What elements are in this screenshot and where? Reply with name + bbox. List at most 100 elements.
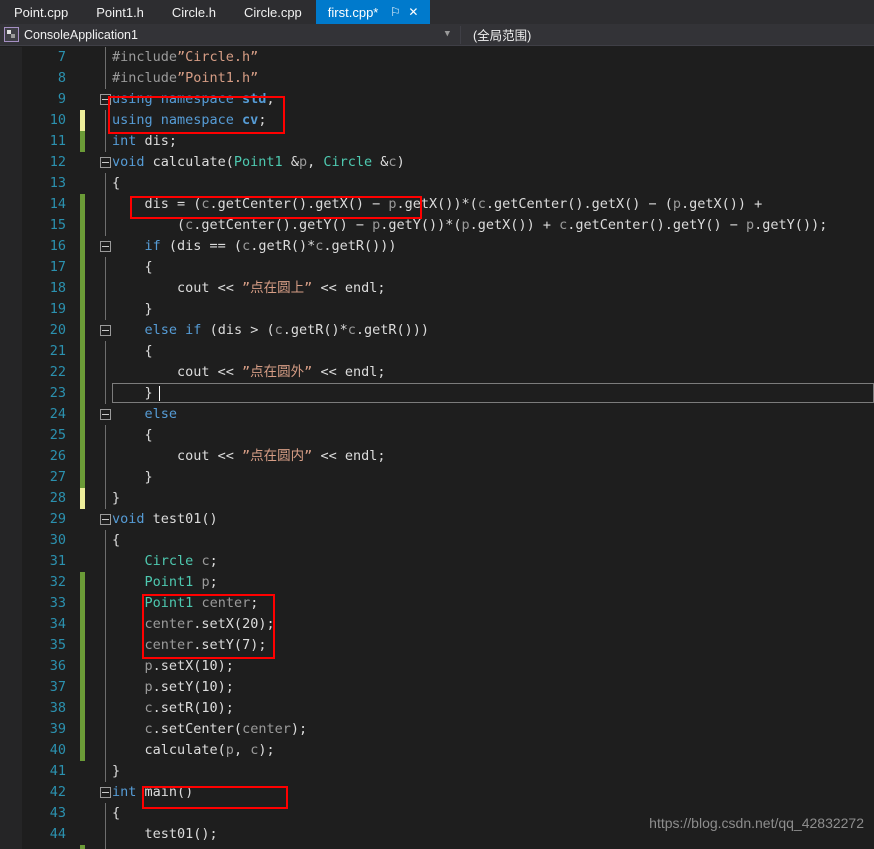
code-text[interactable]: system(”pause”); bbox=[112, 845, 275, 849]
code-line[interactable]: 42 int main() bbox=[0, 782, 874, 803]
outline-guide bbox=[105, 257, 106, 278]
code-line[interactable]: 25 { bbox=[0, 425, 874, 446]
code-line[interactable]: 41} bbox=[0, 761, 874, 782]
tab-circle-cpp[interactable]: Circle.cpp bbox=[229, 0, 316, 24]
collapse-icon[interactable] bbox=[100, 409, 111, 420]
tab-point1-h[interactable]: Point1.h bbox=[82, 0, 158, 24]
code-line[interactable]: 24 else bbox=[0, 404, 874, 425]
code-text[interactable]: } bbox=[112, 761, 120, 782]
code-line[interactable]: 7 #include”Circle.h” bbox=[0, 47, 874, 68]
code-text[interactable]: cout << ”点在圆内” << endl; bbox=[112, 446, 385, 467]
code-text[interactable]: using namespace cv; bbox=[112, 110, 266, 131]
code-line[interactable]: 20 else if (dis > (c.getR()*c.getR())) bbox=[0, 320, 874, 341]
collapse-icon[interactable] bbox=[100, 514, 111, 525]
code-text[interactable]: #include”Circle.h” bbox=[112, 47, 258, 68]
code-text[interactable]: { bbox=[112, 530, 120, 551]
code-text[interactable]: void test01() bbox=[112, 509, 218, 530]
code-line[interactable]: 31 Circle c; bbox=[0, 551, 874, 572]
close-icon[interactable]: ✕ bbox=[406, 4, 420, 20]
collapse-icon[interactable] bbox=[100, 157, 111, 168]
code-line[interactable]: 36 p.setX(10); bbox=[0, 656, 874, 677]
tab-point-cpp[interactable]: Point.cpp bbox=[0, 0, 83, 24]
code-line[interactable]: 11 int dis; bbox=[0, 131, 874, 152]
code-line[interactable]: 37 p.setY(10); bbox=[0, 677, 874, 698]
code-line[interactable]: 38 c.setR(10); bbox=[0, 698, 874, 719]
code-line[interactable]: 27 } bbox=[0, 467, 874, 488]
code-line[interactable]: 34 center.setX(20); bbox=[0, 614, 874, 635]
code-line[interactable]: 29 void test01() bbox=[0, 509, 874, 530]
code-text[interactable]: Point1 p; bbox=[112, 572, 218, 593]
pin-icon[interactable]: ⚐ bbox=[388, 4, 402, 20]
code-text[interactable]: cout << ”点在圆上” << endl; bbox=[112, 278, 385, 299]
code-text[interactable]: c.setCenter(center); bbox=[112, 719, 308, 740]
code-line[interactable]: 39 c.setCenter(center); bbox=[0, 719, 874, 740]
code-line[interactable]: 45 system(”pause”); bbox=[0, 845, 874, 849]
code-text[interactable]: p.setY(10); bbox=[112, 677, 234, 698]
code-line[interactable]: 8 #include”Point1.h” bbox=[0, 68, 874, 89]
code-text[interactable]: cout << ”点在圆外” << endl; bbox=[112, 362, 385, 383]
collapse-icon[interactable] bbox=[100, 94, 111, 105]
code-line[interactable]: 21 { bbox=[0, 341, 874, 362]
code-text[interactable]: #include”Point1.h” bbox=[112, 68, 258, 89]
code-text[interactable]: Point1 center; bbox=[112, 593, 259, 614]
code-line[interactable]: 33 Point1 center; bbox=[0, 593, 874, 614]
code-text[interactable]: { bbox=[112, 173, 120, 194]
outline-guide bbox=[105, 194, 106, 215]
outline-guide bbox=[105, 383, 106, 404]
code-text[interactable]: using namespace std; bbox=[112, 89, 275, 110]
code-line[interactable]: 9 using namespace std; bbox=[0, 89, 874, 110]
code-text[interactable]: int dis; bbox=[112, 131, 177, 152]
code-line[interactable]: 12 void calculate(Point1 &p, Circle &c) bbox=[0, 152, 874, 173]
chevron-down-icon[interactable]: ▼ bbox=[445, 30, 450, 39]
scope-selector[interactable]: (全局范围) bbox=[461, 24, 874, 46]
code-text[interactable]: { bbox=[112, 341, 153, 362]
code-line[interactable]: 40 calculate(p, c); bbox=[0, 740, 874, 761]
code-line[interactable]: 30 { bbox=[0, 530, 874, 551]
code-text[interactable]: } bbox=[112, 488, 120, 509]
code-text[interactable]: calculate(p, c); bbox=[112, 740, 275, 761]
collapse-icon[interactable] bbox=[100, 241, 111, 252]
code-text[interactable]: (c.getCenter().getY() − p.getY())*(p.get… bbox=[112, 215, 827, 236]
code-text[interactable]: dis = (c.getCenter().getX() − p.getX())*… bbox=[112, 194, 763, 215]
code-line[interactable]: 35 center.setY(7); bbox=[0, 635, 874, 656]
code-text[interactable]: if (dis == (c.getR()*c.getR())) bbox=[112, 236, 397, 257]
code-text[interactable]: center.setY(7); bbox=[112, 635, 267, 656]
code-text[interactable]: { bbox=[112, 257, 153, 278]
code-line[interactable]: 14 dis = (c.getCenter().getX() − p.getX(… bbox=[0, 194, 874, 215]
code-text[interactable]: center.setX(20); bbox=[112, 614, 275, 635]
code-text[interactable]: { bbox=[112, 803, 120, 824]
code-editor-surface[interactable]: 7 #include”Circle.h” 8 #include”Point1.h” 9 u… bbox=[0, 47, 874, 849]
code-text[interactable]: p.setX(10); bbox=[112, 656, 234, 677]
project-selector[interactable]: ConsoleApplication1 ▼ bbox=[0, 24, 460, 46]
change-marker bbox=[80, 677, 85, 698]
code-text[interactable]: } bbox=[112, 383, 153, 404]
code-line[interactable]: 17 { bbox=[0, 257, 874, 278]
code-line[interactable]: 19 } bbox=[0, 299, 874, 320]
code-line[interactable]: 22 cout << ”点在圆外” << endl; bbox=[0, 362, 874, 383]
code-text[interactable]: int main() bbox=[112, 782, 193, 803]
code-text[interactable]: test01(); bbox=[112, 824, 218, 845]
code-line[interactable]: 28} bbox=[0, 488, 874, 509]
code-line[interactable]: 13 { bbox=[0, 173, 874, 194]
code-line[interactable]: 16 if (dis == (c.getR()*c.getR())) bbox=[0, 236, 874, 257]
code-text[interactable]: void calculate(Point1 &p, Circle &c) bbox=[112, 152, 405, 173]
collapse-icon[interactable] bbox=[100, 325, 111, 336]
code-line[interactable]: 18 cout << ”点在圆上” << endl; bbox=[0, 278, 874, 299]
code-text[interactable]: Circle c; bbox=[112, 551, 218, 572]
code-line[interactable]: 32 Point1 p; bbox=[0, 572, 874, 593]
collapse-icon[interactable] bbox=[100, 787, 111, 798]
code-line[interactable]: 26 cout << ”点在圆内” << endl; bbox=[0, 446, 874, 467]
code-line[interactable]: 23 } bbox=[0, 383, 874, 404]
code-text[interactable]: { bbox=[112, 425, 153, 446]
change-marker bbox=[80, 215, 85, 236]
code-text[interactable]: c.setR(10); bbox=[112, 698, 234, 719]
code-text[interactable]: } bbox=[112, 467, 153, 488]
code-line[interactable]: 15 (c.getCenter().getY() − p.getY())*(p.… bbox=[0, 215, 874, 236]
tab-first-cpp[interactable]: first.cpp* ⚐ ✕ bbox=[315, 0, 431, 24]
code-text[interactable]: } bbox=[112, 299, 153, 320]
change-marker bbox=[80, 299, 85, 320]
code-text[interactable]: else if (dis > (c.getR()*c.getR())) bbox=[112, 320, 430, 341]
code-text[interactable]: else bbox=[112, 404, 178, 425]
tab-circle-h[interactable]: Circle.h bbox=[157, 0, 230, 24]
code-line[interactable]: 10 using namespace cv; bbox=[0, 110, 874, 131]
